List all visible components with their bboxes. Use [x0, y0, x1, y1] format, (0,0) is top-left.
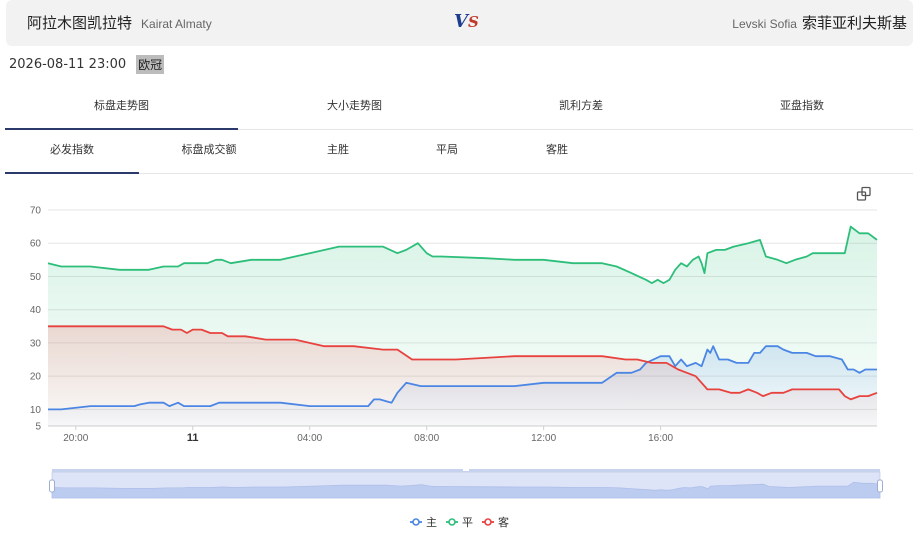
x-tick-label: 11 — [187, 432, 199, 444]
tab-home-win[interactable]: 主胜 — [279, 130, 397, 174]
y-tick-label: 10 — [30, 405, 42, 416]
vs-logo: VS — [454, 11, 479, 32]
tab-betfair-index[interactable]: 必发指数 — [5, 130, 139, 174]
y-tick-label: 40 — [30, 305, 42, 316]
away-team-name-cn: 索菲亚利夫斯基 — [801, 14, 907, 32]
x-tick-label: 08:00 — [414, 433, 439, 444]
y-tick-label: 60 — [30, 239, 42, 250]
legend-marker — [448, 518, 456, 526]
tab-kelly-variance[interactable]: 凯利方差 — [471, 86, 691, 130]
restore-icon[interactable] — [856, 186, 872, 202]
away-team-name-en: Levski Sofia — [732, 17, 797, 31]
zoom-slider-grip — [463, 469, 469, 471]
y-tick-label: 70 — [30, 206, 42, 217]
away-team[interactable]: Levski Sofia 索菲亚利夫斯基 — [732, 12, 907, 33]
tab-over-under-trend[interactable]: 大小走势图 — [238, 86, 471, 130]
legend-item-0[interactable]: 主 — [410, 516, 437, 529]
y-tick-label: 20 — [30, 372, 42, 383]
legend-item-2[interactable]: 客 — [482, 515, 509, 529]
y-tick-label: 30 — [30, 338, 42, 349]
x-tick-label: 12:00 — [531, 433, 556, 444]
home-team-name-cn: 阿拉木图凯拉特 — [27, 14, 133, 32]
league-badge[interactable]: 欧冠 — [136, 55, 165, 74]
y-tick-label: 50 — [30, 272, 42, 283]
match-datetime: 2026-08-11 23:00 — [9, 57, 127, 72]
secondary-tabs: 必发指数 标盘成交额 主胜 平局 客胜 — [5, 130, 913, 174]
y-tick-label: 5 — [35, 422, 41, 433]
legend-marker — [412, 518, 420, 526]
tab-asian-handicap[interactable]: 亚盘指数 — [691, 86, 913, 130]
legend-label: 平 — [462, 516, 473, 529]
tab-away-win[interactable]: 客胜 — [497, 130, 617, 174]
x-tick-label: 04:00 — [297, 433, 322, 444]
match-info: 2026-08-11 23:00 欧冠 — [9, 55, 165, 74]
zoom-handle-left[interactable] — [49, 479, 55, 493]
primary-tabs: 标盘走势图 大小走势图 凯利方差 亚盘指数 — [5, 86, 913, 130]
match-header: 阿拉木图凯拉特 Kairat Almaty VS Levski Sofia 索菲… — [6, 0, 913, 46]
x-tick-label: 16:00 — [648, 433, 673, 444]
home-team-name-en: Kairat Almaty — [141, 17, 212, 31]
odds-trend-chart: 5 10 20 30 40 50 60 70 20:00 11 04:00 08:00 12:00 16:… — [30, 206, 883, 529]
tab-odds-trend[interactable]: 标盘走势图 — [5, 86, 238, 130]
tab-draw[interactable]: 平局 — [397, 130, 497, 174]
legend-label: 主 — [426, 516, 437, 529]
home-team[interactable]: 阿拉木图凯拉特 Kairat Almaty — [27, 12, 212, 33]
legend-label: 客 — [498, 515, 509, 529]
legend-item-1[interactable]: 平 — [446, 516, 473, 529]
zoom-handle-right[interactable] — [877, 479, 883, 493]
zoom-slider-window — [52, 472, 880, 498]
x-tick-label: 20:00 — [63, 433, 88, 444]
legend-marker — [484, 518, 492, 526]
tab-turnover[interactable]: 标盘成交额 — [139, 130, 279, 174]
